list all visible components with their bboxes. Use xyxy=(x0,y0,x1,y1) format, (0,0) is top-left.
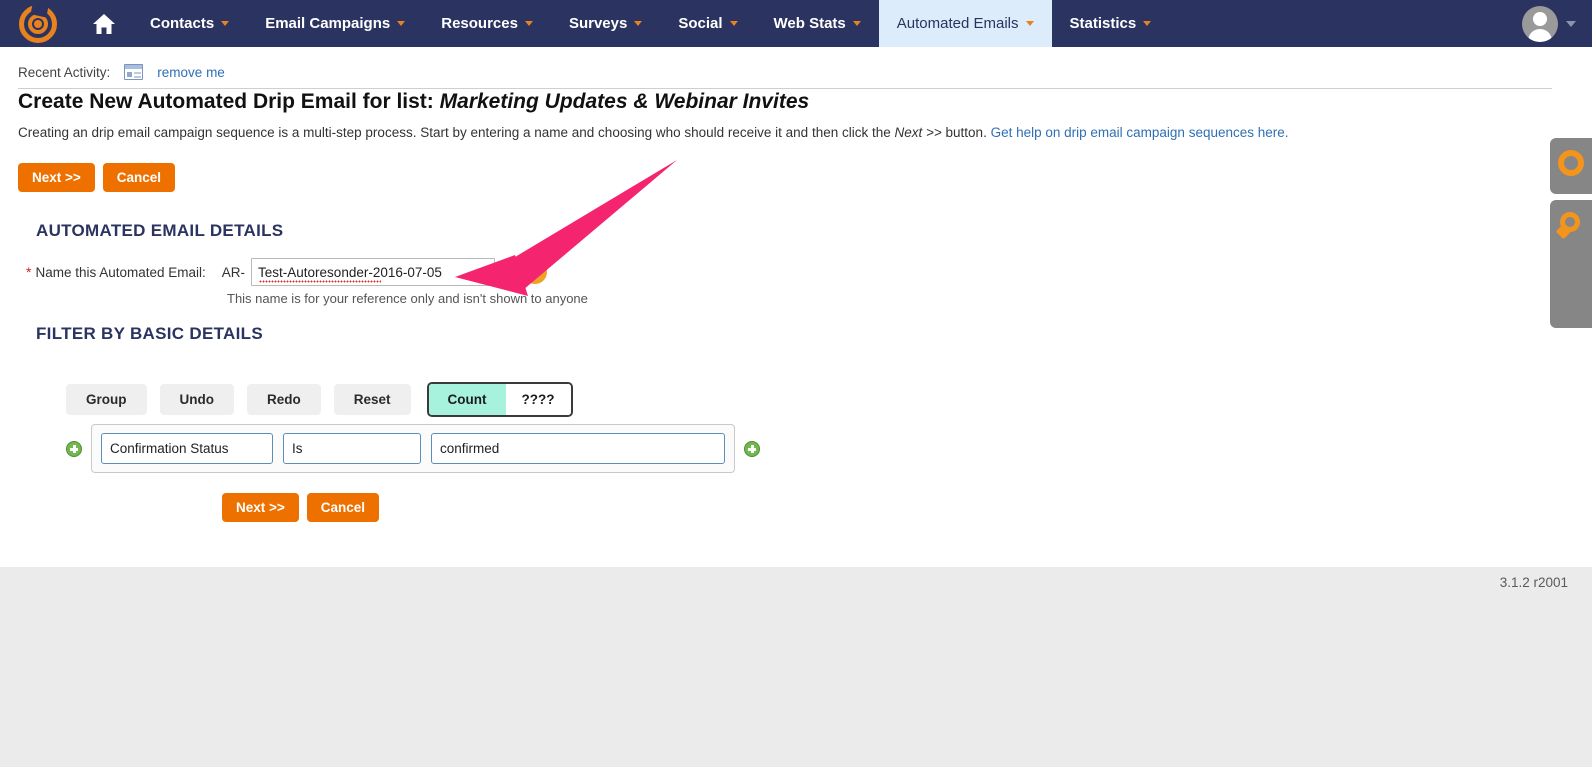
nav-label: Social xyxy=(678,15,722,32)
nav-item-email-campaigns[interactable]: Email Campaigns xyxy=(247,0,423,47)
divider xyxy=(18,88,1552,89)
bottom-action-buttons: Next >> Cancel xyxy=(222,493,379,522)
top-navigation-bar: Contacts Email Campaigns Resources Surve… xyxy=(0,0,1592,47)
chevron-down-icon xyxy=(397,21,405,26)
chevron-down-icon xyxy=(853,21,861,26)
count-group: Count ???? xyxy=(427,382,573,417)
page-title: Create New Automated Drip Email for list… xyxy=(18,90,809,114)
intro-emphasis: Next >> xyxy=(895,125,942,140)
life-ring-icon xyxy=(1558,150,1584,176)
automated-email-name-input[interactable] xyxy=(251,258,495,286)
chevron-down-icon xyxy=(525,21,533,26)
nav-item-social[interactable]: Social xyxy=(660,0,755,47)
chevron-down-icon xyxy=(730,21,738,26)
group-button[interactable]: Group xyxy=(66,384,147,415)
recent-activity-link[interactable]: remove me xyxy=(157,65,225,80)
undo-button[interactable]: Undo xyxy=(160,384,235,415)
intro-paragraph: Creating an drip email campaign sequence… xyxy=(18,125,1289,140)
intro-text-part2: button. xyxy=(942,125,991,140)
chevron-down-icon xyxy=(634,21,642,26)
filter-field-input[interactable] xyxy=(101,433,273,464)
version-label: 3.1.2 r2001 xyxy=(1500,575,1568,590)
recent-activity: Recent Activity: remove me xyxy=(18,64,225,80)
cancel-button-top[interactable]: Cancel xyxy=(103,163,175,192)
nav-label: Contacts xyxy=(150,15,214,32)
reset-button[interactable]: Reset xyxy=(334,384,411,415)
help-tab[interactable] xyxy=(1550,138,1592,194)
nav-label: Statistics xyxy=(1070,15,1137,32)
app-page: Contacts Email Campaigns Resources Surve… xyxy=(0,0,1592,767)
section-heading-filter: FILTER BY BASIC DETAILS xyxy=(36,324,263,344)
name-prefix-label: AR- xyxy=(222,265,245,280)
recent-activity-label: Recent Activity: xyxy=(18,65,110,80)
chevron-down-icon xyxy=(1566,21,1576,27)
nav-item-statistics[interactable]: Statistics xyxy=(1052,0,1170,47)
page-title-prefix: Create New Automated Drip Email for list… xyxy=(18,90,434,113)
filter-rule-row xyxy=(91,424,735,473)
filter-rule-area xyxy=(66,424,760,473)
add-rule-left-icon[interactable] xyxy=(66,441,82,457)
filter-value-input[interactable] xyxy=(431,433,725,464)
nav-item-contacts[interactable]: Contacts xyxy=(132,0,247,47)
nav-item-web-stats[interactable]: Web Stats xyxy=(756,0,879,47)
user-menu[interactable] xyxy=(1522,0,1592,47)
app-logo[interactable] xyxy=(0,0,76,47)
nav-spacer xyxy=(1169,0,1522,47)
chevron-down-icon xyxy=(221,21,229,26)
nav-label: Automated Emails xyxy=(897,15,1019,32)
filter-operator-input[interactable] xyxy=(283,433,421,464)
page-title-list-name: Marketing Updates & Webinar Invites xyxy=(440,90,810,113)
section-heading-details: AUTOMATED EMAIL DETAILS xyxy=(36,221,283,241)
footer xyxy=(0,567,1592,767)
chevron-down-icon xyxy=(1026,21,1034,26)
name-field-hint: This name is for your reference only and… xyxy=(227,291,588,306)
add-rule-right-icon[interactable] xyxy=(744,441,760,457)
next-button-top[interactable]: Next >> xyxy=(18,163,95,192)
required-marker: * xyxy=(26,264,31,280)
nav-label: Resources xyxy=(441,15,518,32)
nav-label: Email Campaigns xyxy=(265,15,390,32)
side-tab-rail xyxy=(1550,138,1592,334)
name-input-wrapper xyxy=(251,258,495,286)
search-tab[interactable] xyxy=(1550,200,1592,328)
count-value: ???? xyxy=(506,384,571,415)
nav-home-button[interactable] xyxy=(76,0,132,47)
target-logo-icon xyxy=(18,4,58,44)
avatar xyxy=(1522,6,1558,42)
info-icon[interactable]: i xyxy=(523,260,547,284)
nav-label: Surveys xyxy=(569,15,627,32)
magnifier-icon xyxy=(1558,212,1584,238)
nav-item-resources[interactable]: Resources xyxy=(423,0,551,47)
nav-item-surveys[interactable]: Surveys xyxy=(551,0,660,47)
count-button[interactable]: Count xyxy=(429,384,506,415)
name-field-label: Name this Automated Email: xyxy=(35,265,205,280)
chevron-down-icon xyxy=(1143,21,1151,26)
filter-toolbar: Group Undo Redo Reset Count ???? xyxy=(66,382,573,417)
intro-text-part1: Creating an drip email campaign sequence… xyxy=(18,125,895,140)
name-field-row: * Name this Automated Email: AR- i xyxy=(26,258,547,286)
redo-button[interactable]: Redo xyxy=(247,384,321,415)
next-button-bottom[interactable]: Next >> xyxy=(222,493,299,522)
nav-label: Web Stats xyxy=(774,15,846,32)
top-action-buttons: Next >> Cancel xyxy=(18,163,175,192)
nav-item-automated-emails[interactable]: Automated Emails xyxy=(879,0,1052,47)
list-form-icon xyxy=(124,64,143,80)
help-link[interactable]: Get help on drip email campaign sequence… xyxy=(991,125,1289,140)
cancel-button-bottom[interactable]: Cancel xyxy=(307,493,379,522)
home-icon xyxy=(92,13,116,35)
